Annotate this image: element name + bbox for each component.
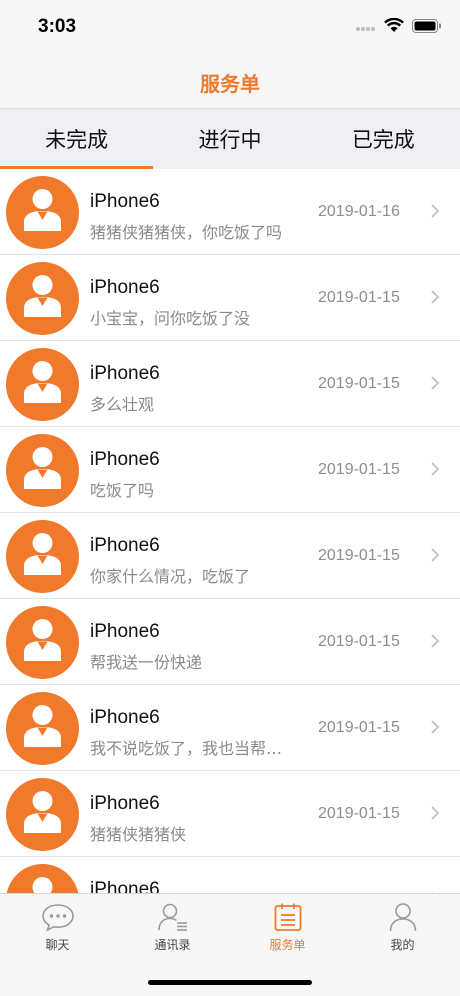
tabbar-chat[interactable]: 聊天 [0, 894, 115, 964]
avatar [6, 262, 79, 335]
order-list: iPhone6 猪猪侠猪猪侠，你吃饭了吗 2019-01-16 iPhone6 … [0, 169, 460, 893]
segment-tabs: 未完成 进行中 已完成 [0, 109, 460, 169]
tab-in-progress[interactable]: 进行中 [153, 109, 306, 169]
item-message: 吃饭了吗 [90, 481, 155, 500]
signal-icon [356, 26, 375, 31]
tab-incomplete[interactable]: 未完成 [0, 109, 154, 169]
tabbar-profile[interactable]: 我的 [345, 894, 460, 964]
item-date: 2019-01-15 [318, 375, 400, 392]
tab-label: 已完成 [351, 128, 415, 152]
item-date: 2019-01-15 [318, 461, 400, 478]
chevron-right-icon [431, 462, 440, 476]
orders-icon [274, 903, 301, 931]
list-item[interactable]: iPhone6 吃饭了吗 2019-01-15 [0, 427, 460, 513]
user-avatar-icon [24, 189, 61, 231]
home-indicator [148, 980, 312, 985]
item-message: 你家什么情况，吃饭了 [90, 567, 251, 586]
chevron-right-icon [431, 290, 440, 304]
battery-icon [412, 18, 441, 33]
avatar [6, 778, 79, 851]
nav-bar: 服务单 [0, 56, 460, 109]
user-avatar-icon [24, 447, 61, 489]
status-icons [356, 18, 442, 33]
tab-label: 未完成 [45, 128, 109, 152]
user-avatar-icon [24, 361, 61, 403]
chevron-right-icon [431, 806, 440, 820]
tab-completed[interactable]: 已完成 [307, 109, 460, 169]
chevron-right-icon [431, 204, 440, 218]
chevron-right-icon [431, 720, 440, 734]
tabbar-label: 通讯录 [154, 938, 191, 952]
status-time: 3:03 [38, 16, 77, 37]
wifi-icon [384, 18, 404, 32]
item-date: 2019-01-15 [318, 719, 400, 736]
tabbar-label: 服务单 [269, 938, 306, 952]
avatar [6, 434, 79, 507]
item-date: 2019-01-16 [318, 203, 400, 220]
avatar [6, 864, 79, 893]
avatar [6, 348, 79, 421]
item-date: 2019-01-15 [318, 289, 400, 306]
list-item[interactable]: iPhone6 猪猪侠猪猪侠 2019-01-15 [0, 771, 460, 857]
item-message: 多么壮观 [90, 395, 155, 414]
avatar [6, 520, 79, 593]
item-title: iPhone6 [90, 793, 160, 814]
item-date: 2019-01-15 [318, 633, 400, 650]
page-title: 服务单 [200, 71, 260, 96]
list-item[interactable]: iPhone6 你家什么情况，吃饭了 2019-01-15 [0, 513, 460, 599]
bottom-tab-bar: 聊天 通讯录 服务单 我的 [0, 893, 460, 996]
list-item[interactable]: iPhone6 我不说吃饭了，我也当帮… 2019-01-15 [0, 685, 460, 771]
tabbar-contacts[interactable]: 通讯录 [115, 894, 230, 964]
item-date: 2019-01-15 [318, 805, 400, 822]
list-item[interactable]: iPhone6 多么壮观 2019-01-15 [0, 341, 460, 427]
item-title: iPhone6 [90, 535, 160, 556]
user-avatar-icon [24, 619, 61, 661]
tab-label: 进行中 [198, 128, 262, 152]
user-avatar-icon [24, 533, 61, 575]
tabbar-label: 我的 [390, 938, 415, 952]
tabbar-label: 聊天 [45, 938, 70, 952]
avatar [6, 176, 79, 249]
item-title: iPhone6 [90, 707, 160, 728]
item-title: iPhone6 [90, 363, 160, 384]
avatar [6, 606, 79, 679]
item-title: iPhone6 [90, 191, 160, 212]
chevron-right-icon [431, 634, 440, 648]
user-avatar-icon [24, 791, 61, 833]
list-item[interactable]: iPhone6 小宝宝，问你吃饭了没 2019-01-15 [0, 255, 460, 341]
profile-icon [389, 903, 416, 932]
avatar [6, 692, 79, 765]
chevron-right-icon [431, 376, 440, 390]
item-date: 2019-01-15 [318, 547, 400, 564]
list-item[interactable]: iPhone6 猪猪侠猪猪侠，你吃饭了吗 2019-01-16 [0, 169, 460, 255]
tabbar-orders[interactable]: 服务单 [230, 894, 345, 964]
user-avatar-icon [32, 877, 53, 893]
item-title: iPhone6 [90, 879, 160, 893]
item-message: 小宝宝，问你吃饭了没 [90, 309, 251, 328]
user-avatar-icon [24, 705, 61, 747]
item-title: iPhone6 [90, 621, 160, 642]
list-item[interactable]: iPhone6 帮我送一份快递 2019-01-15 [0, 599, 460, 685]
list-item[interactable]: iPhone6 2019-01-15 [0, 857, 460, 893]
contacts-icon [157, 903, 187, 931]
item-message: 帮我送一份快递 [90, 653, 203, 672]
user-avatar-icon [24, 275, 61, 317]
item-message: 我不说吃饭了，我也当帮… [90, 739, 283, 758]
chevron-right-icon [431, 548, 440, 562]
status-bar: 3:03 [0, 0, 460, 56]
item-title: iPhone6 [90, 277, 160, 298]
item-title: iPhone6 [90, 449, 160, 470]
item-message: 猪猪侠猪猪侠 [90, 825, 187, 844]
chat-icon [41, 904, 74, 932]
item-message: 猪猪侠猪猪侠，你吃饭了吗 [90, 223, 283, 242]
